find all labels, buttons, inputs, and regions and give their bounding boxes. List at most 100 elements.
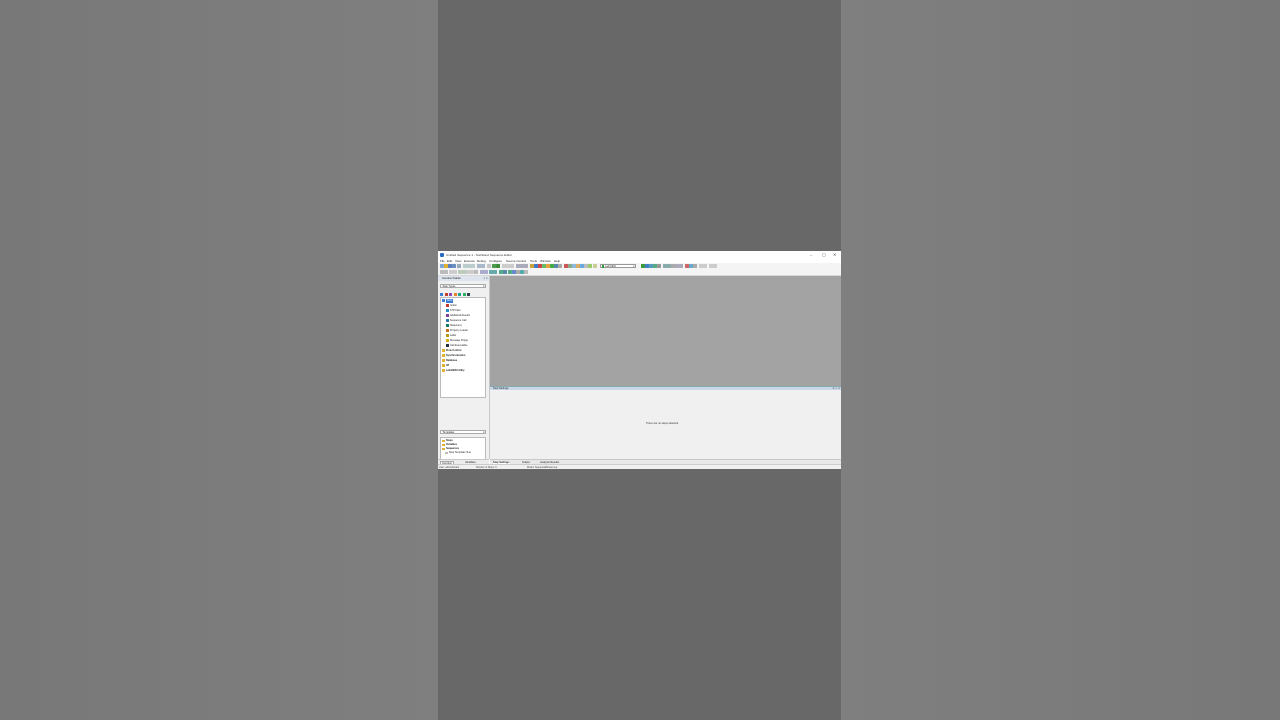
options-icon[interactable]: [558, 264, 562, 268]
expand-all-icon[interactable]: [516, 270, 520, 274]
open-icon[interactable]: [444, 264, 448, 268]
menu-execute[interactable]: Execute: [464, 259, 475, 263]
adapter-config-icon[interactable]: [641, 264, 645, 268]
undo-icon[interactable]: [477, 264, 481, 268]
menu-window[interactable]: Window: [540, 259, 551, 263]
menu-configure[interactable]: Configure: [489, 259, 502, 263]
watch-icon[interactable]: [568, 264, 572, 268]
collapse-all-icon[interactable]: [520, 270, 524, 274]
view-mode-icon[interactable]: [503, 270, 507, 274]
palette-results-icon[interactable]: [449, 292, 453, 296]
cut-icon[interactable]: [463, 264, 467, 268]
print-icon[interactable]: [457, 264, 461, 268]
error-icon[interactable]: [685, 264, 689, 268]
help-icon[interactable]: [593, 264, 597, 268]
palette-db-icon[interactable]: [462, 292, 466, 296]
break-icon[interactable]: [502, 264, 506, 268]
palette-ivi-icon[interactable]: [467, 292, 471, 296]
workspace-icon[interactable]: [576, 264, 580, 268]
palette-action-icon[interactable]: [444, 292, 448, 296]
menu-tools[interactable]: Tools: [530, 259, 537, 263]
palette-tests-icon[interactable]: [440, 292, 444, 296]
adapter-select[interactable]: LabVIEW ▾: [600, 263, 636, 268]
uncomment-icon[interactable]: [470, 270, 474, 274]
run-icon[interactable]: [492, 264, 496, 268]
delete-step-icon[interactable]: [444, 270, 448, 274]
copy-icon[interactable]: [467, 264, 471, 268]
tools-icon[interactable]: [530, 264, 534, 268]
list-view-icon[interactable]: [508, 270, 512, 274]
abort-icon[interactable]: [510, 264, 514, 268]
close-button[interactable]: ✕: [833, 252, 836, 257]
pin-icon[interactable]: ▾ ✕: [484, 276, 488, 281]
menu-edit[interactable]: Edit: [447, 259, 452, 263]
find-icon[interactable]: [487, 264, 491, 268]
menu-file[interactable]: File: [440, 259, 445, 263]
layout-icon[interactable]: [699, 264, 703, 268]
sequence-workspace[interactable]: [490, 276, 841, 386]
sequence-icon[interactable]: [572, 264, 576, 268]
group-icon[interactable]: [480, 270, 484, 274]
breakpoint-icon[interactable]: [564, 264, 568, 268]
tree-view-icon[interactable]: [512, 270, 516, 274]
lock-icon[interactable]: [538, 264, 542, 268]
search-icon[interactable]: [671, 264, 675, 268]
toggle-icon[interactable]: [499, 270, 503, 274]
menu-view[interactable]: View: [455, 259, 461, 263]
analyze-icon[interactable]: [588, 264, 592, 268]
panel-icon[interactable]: [709, 264, 713, 268]
ungroup-icon[interactable]: [484, 270, 488, 274]
redo-icon[interactable]: [481, 264, 485, 268]
loop-icon[interactable]: [649, 264, 653, 268]
menu-source-control[interactable]: Source Control: [506, 259, 526, 263]
skip-icon[interactable]: [474, 270, 478, 274]
sort-icon[interactable]: [679, 264, 683, 268]
stop-icon[interactable]: [657, 264, 661, 268]
run-selected-icon[interactable]: [645, 264, 649, 268]
refresh-icon[interactable]: [524, 270, 528, 274]
move-up-icon[interactable]: [449, 270, 453, 274]
info-icon[interactable]: [689, 264, 693, 268]
properties-icon[interactable]: [584, 264, 588, 268]
palette-flow-icon[interactable]: [453, 292, 457, 296]
execute-icon[interactable]: [653, 264, 657, 268]
settings-icon[interactable]: [693, 264, 697, 268]
tree-item-label: Statement: [450, 323, 462, 327]
step-out-icon[interactable]: [524, 264, 528, 268]
maximize-button[interactable]: ▢: [822, 252, 826, 257]
minimize-button[interactable]: –: [810, 252, 812, 257]
outdent-icon[interactable]: [462, 270, 466, 274]
filter-icon[interactable]: [675, 264, 679, 268]
report-icon[interactable]: [554, 264, 558, 268]
tree-item-label: Sequence Call: [450, 318, 467, 322]
paste-icon[interactable]: [471, 264, 475, 268]
comment-icon[interactable]: [466, 270, 470, 274]
window-icon[interactable]: [713, 264, 717, 268]
new-icon[interactable]: [440, 264, 444, 268]
folder-icon[interactable]: [546, 264, 550, 268]
plugin-icon[interactable]: [542, 264, 546, 268]
run-mode-icon[interactable]: [496, 264, 500, 268]
save-all-icon[interactable]: [452, 264, 456, 268]
templates-select[interactable]: Templates ▾: [440, 430, 486, 434]
insert-step-icon[interactable]: [440, 270, 444, 274]
title-bar[interactable]: Untitled Sequence 1 - TestStand Sequence…: [438, 251, 841, 258]
menu-debug[interactable]: Debug: [477, 259, 486, 263]
zoom-in-icon[interactable]: [663, 264, 667, 268]
indent-icon[interactable]: [458, 270, 462, 274]
grid-icon[interactable]: [703, 264, 707, 268]
move-down-icon[interactable]: [453, 270, 457, 274]
step-over-icon[interactable]: [520, 264, 524, 268]
user-icon[interactable]: [534, 264, 538, 268]
align-left-icon[interactable]: [489, 270, 493, 274]
save-icon[interactable]: [448, 264, 452, 268]
palette-sync-icon[interactable]: [458, 292, 462, 296]
step-types-select[interactable]: Step Types ▾: [440, 284, 486, 288]
station-icon[interactable]: [580, 264, 584, 268]
menu-help[interactable]: Help: [554, 259, 560, 263]
step-into-icon[interactable]: [516, 264, 520, 268]
terminate-icon[interactable]: [506, 264, 510, 268]
align-right-icon[interactable]: [493, 270, 497, 274]
zoom-out-icon[interactable]: [667, 264, 671, 268]
check-icon[interactable]: [550, 264, 554, 268]
